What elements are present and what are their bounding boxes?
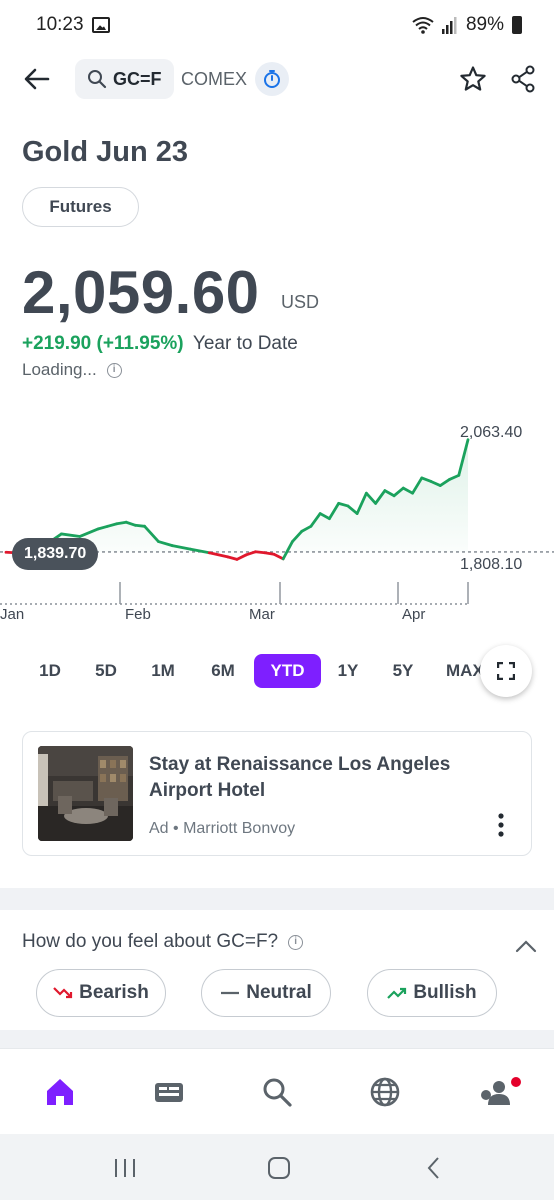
chevron-up-icon[interactable] bbox=[512, 936, 540, 956]
back-button-icon[interactable] bbox=[422, 1156, 448, 1180]
range-tab-6m[interactable]: 6M bbox=[200, 654, 246, 688]
ad-hotel-image[interactable] bbox=[38, 746, 133, 841]
battery-icon bbox=[512, 16, 522, 34]
exchange-label: COMEX bbox=[181, 69, 248, 89]
bottom-navigation bbox=[0, 1048, 554, 1134]
current-price: 2,059.60 bbox=[22, 259, 260, 326]
back-arrow-icon[interactable] bbox=[22, 64, 52, 94]
neutral-button[interactable]: Neutral bbox=[201, 969, 331, 1017]
search-icon bbox=[88, 70, 107, 89]
search-icon[interactable] bbox=[260, 1075, 294, 1109]
trend-down-icon bbox=[53, 987, 73, 999]
change-period: Year to Date bbox=[192, 333, 298, 354]
ad-card[interactable]: Stay at Renaissance Los Angeles Airport … bbox=[22, 731, 532, 856]
price-line-segment bbox=[207, 551, 230, 559]
currency-label: USD bbox=[281, 292, 320, 312]
price-chart[interactable]: 1,839.70 2,063.40 1,808.10 Jan Feb Mar A… bbox=[0, 400, 554, 630]
neutral-dash-icon bbox=[221, 991, 240, 995]
expand-icon bbox=[497, 662, 515, 680]
system-navigation-bar bbox=[0, 1134, 554, 1200]
futures-chip[interactable]: Futures bbox=[22, 187, 139, 227]
high-label: 2,063.40 bbox=[460, 424, 523, 441]
battery-percent: 89% bbox=[465, 14, 504, 35]
x-tick-label: Feb bbox=[125, 606, 151, 623]
ad-meta: Ad • Marriott Bonvoy bbox=[149, 820, 296, 837]
price-change: +219.90 (+11.95%) Year to Date bbox=[22, 333, 298, 355]
change-value: +219.90 (+11.95%) bbox=[22, 333, 184, 354]
market-status: Loading... i bbox=[22, 360, 122, 380]
info-icon[interactable]: i bbox=[288, 934, 304, 950]
range-tab-5y[interactable]: 5Y bbox=[383, 654, 423, 688]
bearish-label: Bearish bbox=[79, 982, 149, 1003]
status-time: 10:23 bbox=[36, 14, 84, 35]
market-hours-timer-icon[interactable] bbox=[255, 62, 289, 96]
more-options-icon[interactable] bbox=[491, 812, 511, 838]
bullish-button[interactable]: Bullish bbox=[367, 969, 497, 1017]
section-divider bbox=[0, 888, 554, 910]
watchlist-star-icon[interactable] bbox=[459, 65, 487, 93]
info-icon[interactable]: i bbox=[106, 362, 122, 378]
section-divider bbox=[0, 1030, 554, 1048]
range-tab-1m[interactable]: 1M bbox=[140, 654, 186, 688]
notification-dot bbox=[511, 1077, 521, 1087]
symbol-label: GC=F bbox=[113, 68, 162, 89]
x-tick-label: Apr bbox=[402, 606, 426, 623]
range-tab-1d[interactable]: 1D bbox=[28, 654, 72, 688]
globe-icon[interactable] bbox=[368, 1075, 402, 1109]
range-tab-5d[interactable]: 5D bbox=[84, 654, 128, 688]
bearish-button[interactable]: Bearish bbox=[36, 969, 166, 1017]
low-label: 1,808.10 bbox=[460, 556, 523, 573]
range-tabs: 1D 5D 1M 6M YTD 1Y 5Y MAX bbox=[0, 652, 554, 692]
price-line-segment bbox=[226, 555, 239, 561]
price-line-segment bbox=[115, 520, 128, 526]
neutral-label: Neutral bbox=[246, 982, 312, 1003]
sentiment-question-text: How do you feel about GC=F? bbox=[22, 931, 279, 952]
range-tab-ytd[interactable]: YTD bbox=[254, 654, 321, 688]
market-status-text: Loading... bbox=[22, 360, 97, 379]
status-indicators: 89% bbox=[412, 14, 522, 36]
ad-label: Ad bbox=[149, 820, 169, 837]
trend-up-icon bbox=[387, 987, 407, 999]
instrument-title: Gold Jun 23 bbox=[22, 136, 188, 168]
signal-icon bbox=[441, 17, 457, 34]
price-line-segment bbox=[263, 551, 276, 556]
symbol-search-pill[interactable]: GC=F bbox=[75, 59, 174, 99]
recent-apps-icon[interactable] bbox=[112, 1156, 138, 1180]
x-tick-label: Jan bbox=[0, 606, 25, 623]
community-icon[interactable] bbox=[478, 1075, 512, 1109]
news-icon[interactable] bbox=[152, 1075, 186, 1109]
ad-title[interactable]: Stay at Renaissance Los Angeles Airport … bbox=[149, 752, 489, 804]
home-icon[interactable] bbox=[43, 1075, 77, 1109]
bullish-label: Bullish bbox=[413, 982, 477, 1003]
gallery-notification-icon bbox=[92, 17, 110, 33]
status-bar: 10:23 89% bbox=[0, 0, 554, 52]
range-tab-1y[interactable]: 1Y bbox=[328, 654, 368, 688]
quote-header: GC=F COMEX bbox=[0, 52, 554, 108]
fullscreen-button[interactable] bbox=[480, 645, 532, 697]
x-tick-label: Mar bbox=[249, 606, 275, 623]
price-line-segment bbox=[235, 553, 248, 561]
ad-sponsor: Marriott Bonvoy bbox=[183, 820, 296, 837]
home-button-icon[interactable] bbox=[266, 1156, 292, 1180]
wifi-icon bbox=[412, 17, 434, 34]
share-icon[interactable] bbox=[510, 65, 536, 93]
price-line-segment bbox=[272, 552, 285, 561]
sentiment-question: How do you feel about GC=F? i bbox=[22, 931, 304, 953]
previous-close-label: 1,839.70 bbox=[12, 538, 99, 570]
